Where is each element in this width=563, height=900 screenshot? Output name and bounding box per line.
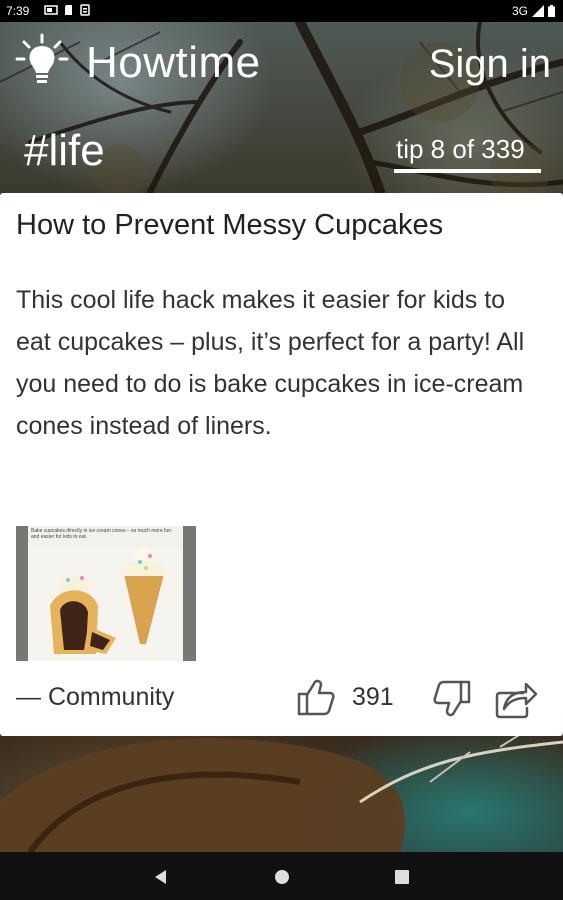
status-bar: 7:39 3G — [0, 0, 563, 22]
app-title: Howtime — [86, 38, 261, 87]
system-navigation-bar — [0, 852, 563, 900]
tip-counter: tip 8 of 339 — [396, 134, 525, 164]
like-count: 391 — [352, 683, 394, 711]
tip-image-photo: Bake cupcakes directly in ice-cream cone… — [28, 526, 183, 661]
image-caption: Bake cupcakes directly in ice-cream cone… — [31, 528, 172, 540]
sync-icon — [80, 4, 90, 16]
cupcake-cone-illustration — [28, 548, 183, 661]
tip-author[interactable]: — Community — [16, 683, 174, 712]
category-hashtag[interactable]: #life — [24, 126, 105, 176]
home-icon[interactable] — [271, 866, 293, 888]
status-left-icons — [44, 4, 90, 16]
signal-icon — [532, 5, 544, 17]
sign-in-button[interactable]: Sign in — [429, 42, 551, 87]
status-right-icons: 3G — [512, 4, 555, 18]
tip-card: How to Prevent Messy Cupcakes This cool … — [0, 193, 563, 736]
battery-icon — [548, 5, 555, 17]
network-label: 3G — [511, 4, 528, 18]
recents-icon[interactable] — [391, 866, 413, 888]
share-icon[interactable] — [494, 679, 538, 719]
tip-title: How to Prevent Messy Cupcakes — [16, 209, 444, 241]
thumbs-up-icon[interactable] — [296, 677, 336, 717]
tip-body-text: This cool life hack makes it easier for … — [16, 286, 525, 440]
status-time: 7:39 — [6, 4, 30, 18]
lightbulb-logo-icon — [15, 33, 69, 83]
sd-card-icon — [65, 5, 72, 15]
cast-icon — [44, 5, 58, 15]
tip-image[interactable]: Bake cupcakes directly in ice-cream cone… — [16, 526, 196, 661]
back-icon[interactable] — [150, 866, 172, 888]
tip-progress-bar — [394, 169, 541, 173]
thumbs-down-icon[interactable] — [432, 679, 472, 719]
